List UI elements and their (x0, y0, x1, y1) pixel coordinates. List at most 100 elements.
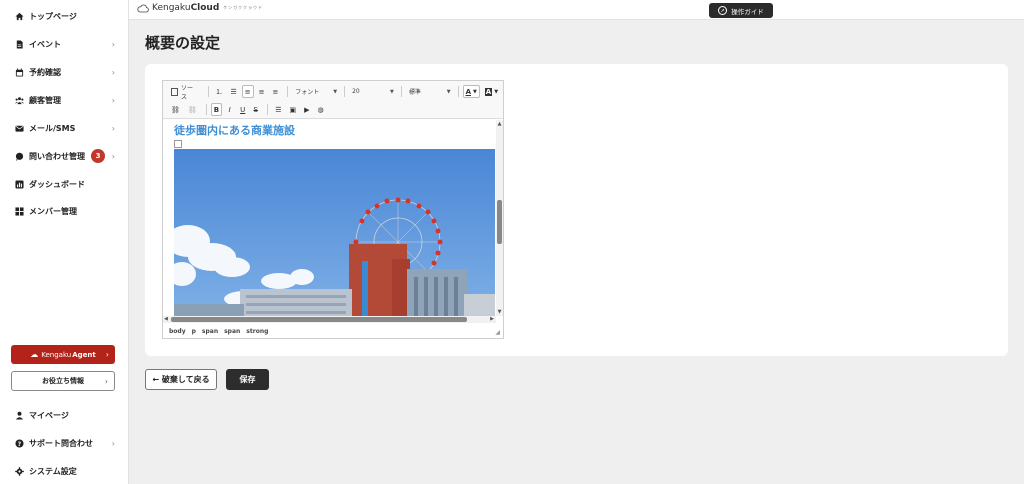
sidebar-item-mypage[interactable]: マイページ (0, 405, 128, 425)
sidebar-item-customers[interactable]: 顧客管理 › (0, 90, 128, 110)
scroll-down-icon[interactable]: ▼ (496, 309, 503, 315)
gear-icon (14, 466, 24, 476)
source-label: ソース (180, 84, 193, 101)
toolbar-separator (400, 86, 402, 97)
sidebar-item-label: 顧客管理 (29, 95, 61, 105)
scrollbar-thumb[interactable] (171, 317, 467, 322)
link-icon[interactable]: ⛓ (168, 103, 183, 116)
bold-button[interactable]: B (210, 103, 223, 116)
sidebar-item-mail[interactable]: メール/SMS › (0, 118, 128, 138)
sidebar-item-label: メンバー管理 (29, 206, 77, 216)
source-button[interactable]: ソース (168, 84, 202, 101)
text-color-letter: A (465, 87, 471, 96)
align-right-icon[interactable]: ≡ (269, 85, 281, 98)
bulleted-list-icon[interactable]: ☰ (228, 85, 240, 98)
sidebar-item-label: ダッシュボード (29, 179, 85, 189)
italic-button[interactable]: I (224, 103, 235, 116)
mail-icon (14, 123, 24, 133)
underline-button[interactable]: U (237, 103, 248, 116)
users-icon (14, 95, 24, 105)
scroll-left-icon[interactable]: ◀ (164, 316, 168, 322)
logo-prefix: Kengaku (152, 3, 191, 13)
horizontal-scrollbar[interactable]: ◀ ▶ (163, 316, 496, 323)
discard-and-back-button[interactable]: ← 破棄して戻る (145, 369, 217, 390)
toolbar-separator (207, 86, 209, 97)
cloud-icon: ☁ (30, 350, 39, 359)
chevron-right-icon: › (111, 39, 115, 49)
sidebar-item-reservation[interactable]: 予約確認 › (0, 62, 128, 82)
align-left-icon[interactable]: ≡ (241, 85, 254, 98)
sidebar-item-top[interactable]: トップページ (0, 6, 128, 26)
toolbar-row: ⛓ ⛓ B I U S ☰ ▣ ▶ ◍ (168, 102, 329, 117)
sidebar-item-inquiries[interactable]: 問い合わせ管理 3 › (0, 146, 128, 166)
logo-tagline: ケンガククラウド (223, 5, 264, 10)
path-element[interactable]: strong (246, 328, 268, 335)
document-icon (14, 39, 24, 49)
chevron-right-icon: › (111, 123, 115, 133)
agent-label: Agent (72, 350, 96, 359)
background-color-button[interactable]: A ▼ (482, 85, 501, 98)
image-icon[interactable]: ▣ (287, 103, 300, 116)
scroll-right-icon[interactable]: ▶ (490, 316, 494, 322)
sidebar-item-label: 問い合わせ管理 (29, 151, 85, 161)
useful-info-button[interactable]: お役立ち情報 › (11, 371, 115, 391)
globe-icon[interactable]: ◍ (315, 103, 327, 116)
path-element[interactable]: span (202, 328, 218, 335)
cloud-icon (137, 4, 149, 12)
horizontal-rule-icon[interactable]: ☰ (272, 103, 284, 116)
path-element[interactable]: p (192, 328, 196, 335)
kengaku-cloud-logo[interactable]: Kengaku Cloud ケンガククラウド (137, 3, 263, 13)
grid-icon (14, 206, 24, 216)
text-color-button[interactable]: A ▼ (462, 85, 480, 98)
logo-bold: Cloud (190, 3, 220, 13)
sidebar-item-label: 予約確認 (29, 67, 61, 77)
kengaku-agent-button[interactable]: ☁ Kengaku Agent › (11, 345, 115, 364)
save-button[interactable]: 保存 (226, 369, 269, 390)
toolbar-separator (344, 86, 346, 97)
chevron-right-icon: › (104, 376, 108, 386)
sidebar-item-label: メール/SMS (29, 123, 76, 133)
video-icon[interactable]: ▶ (301, 103, 312, 116)
resize-handle-icon[interactable]: ◢ (495, 329, 500, 336)
chevron-right-icon: › (111, 438, 115, 448)
photo-illustration (174, 149, 495, 316)
sidebar-item-dashboard[interactable]: ダッシュボード (0, 174, 128, 194)
content-image-ferris-wheel[interactable] (174, 149, 495, 316)
path-element[interactable]: span (224, 328, 240, 335)
vertical-scrollbar[interactable]: ▲ ▼ (496, 120, 503, 316)
chevron-right-icon: › (105, 350, 109, 359)
sidebar-item-support[interactable]: ? サポート問合わせ › (0, 433, 128, 453)
sidebar-item-members[interactable]: メンバー管理 (0, 201, 128, 221)
sidebar-item-label: マイページ (29, 410, 69, 420)
toolbar-separator (205, 104, 207, 115)
agent-prefix: Kengaku (41, 350, 72, 359)
chevron-down-icon: ▼ (333, 88, 338, 95)
toolbar-separator (457, 86, 459, 97)
path-element[interactable]: body (169, 328, 186, 335)
align-center-icon[interactable]: ≡ (256, 85, 268, 98)
useful-info-label: お役立ち情報 (42, 377, 84, 385)
rich-text-editor: ソース ⒈ ☰ ≡ ≡ ≡ フォント ▼ 20 ▼ 標準 ▼ A ▼ A ▼ ⛓ ⛓ B … (162, 80, 504, 339)
chevron-right-icon: › (111, 95, 115, 105)
compass-icon: ➚ (718, 6, 728, 15)
format-select[interactable]: 標準 ▼ (406, 86, 454, 98)
sidebar-item-label: システム設定 (29, 466, 77, 476)
strikethrough-button[interactable]: S (250, 103, 261, 116)
numbered-list-icon[interactable]: ⒈ (213, 85, 226, 98)
image-anchor-icon[interactable] (174, 140, 182, 148)
top-header: Kengaku Cloud ケンガククラウド ➚ 操作ガイド (129, 0, 1024, 20)
unlink-icon[interactable]: ⛓ (185, 103, 200, 116)
sidebar-item-system-settings[interactable]: システム設定 (0, 461, 128, 481)
format-value: 標準 (408, 89, 421, 96)
font-select[interactable]: フォント ▼ (292, 86, 340, 98)
operation-guide-button[interactable]: ➚ 操作ガイド (709, 3, 773, 18)
editor-toolbar: ソース ⒈ ☰ ≡ ≡ ≡ フォント ▼ 20 ▼ 標準 ▼ A ▼ A ▼ ⛓ ⛓ B … (163, 81, 503, 119)
sidebar-item-label: トップページ (29, 11, 77, 21)
scroll-up-icon[interactable]: ▲ (496, 121, 503, 127)
scrollbar-thumb[interactable] (497, 200, 502, 244)
editor-content-area[interactable]: 徒歩圏内にある商業施設 (163, 120, 495, 316)
page-title: 概要の設定 (145, 34, 221, 52)
sidebar-item-event[interactable]: イベント › (0, 34, 128, 54)
font-size-select[interactable]: 20 ▼ (349, 86, 397, 98)
chevron-down-icon: ▼ (472, 88, 477, 95)
